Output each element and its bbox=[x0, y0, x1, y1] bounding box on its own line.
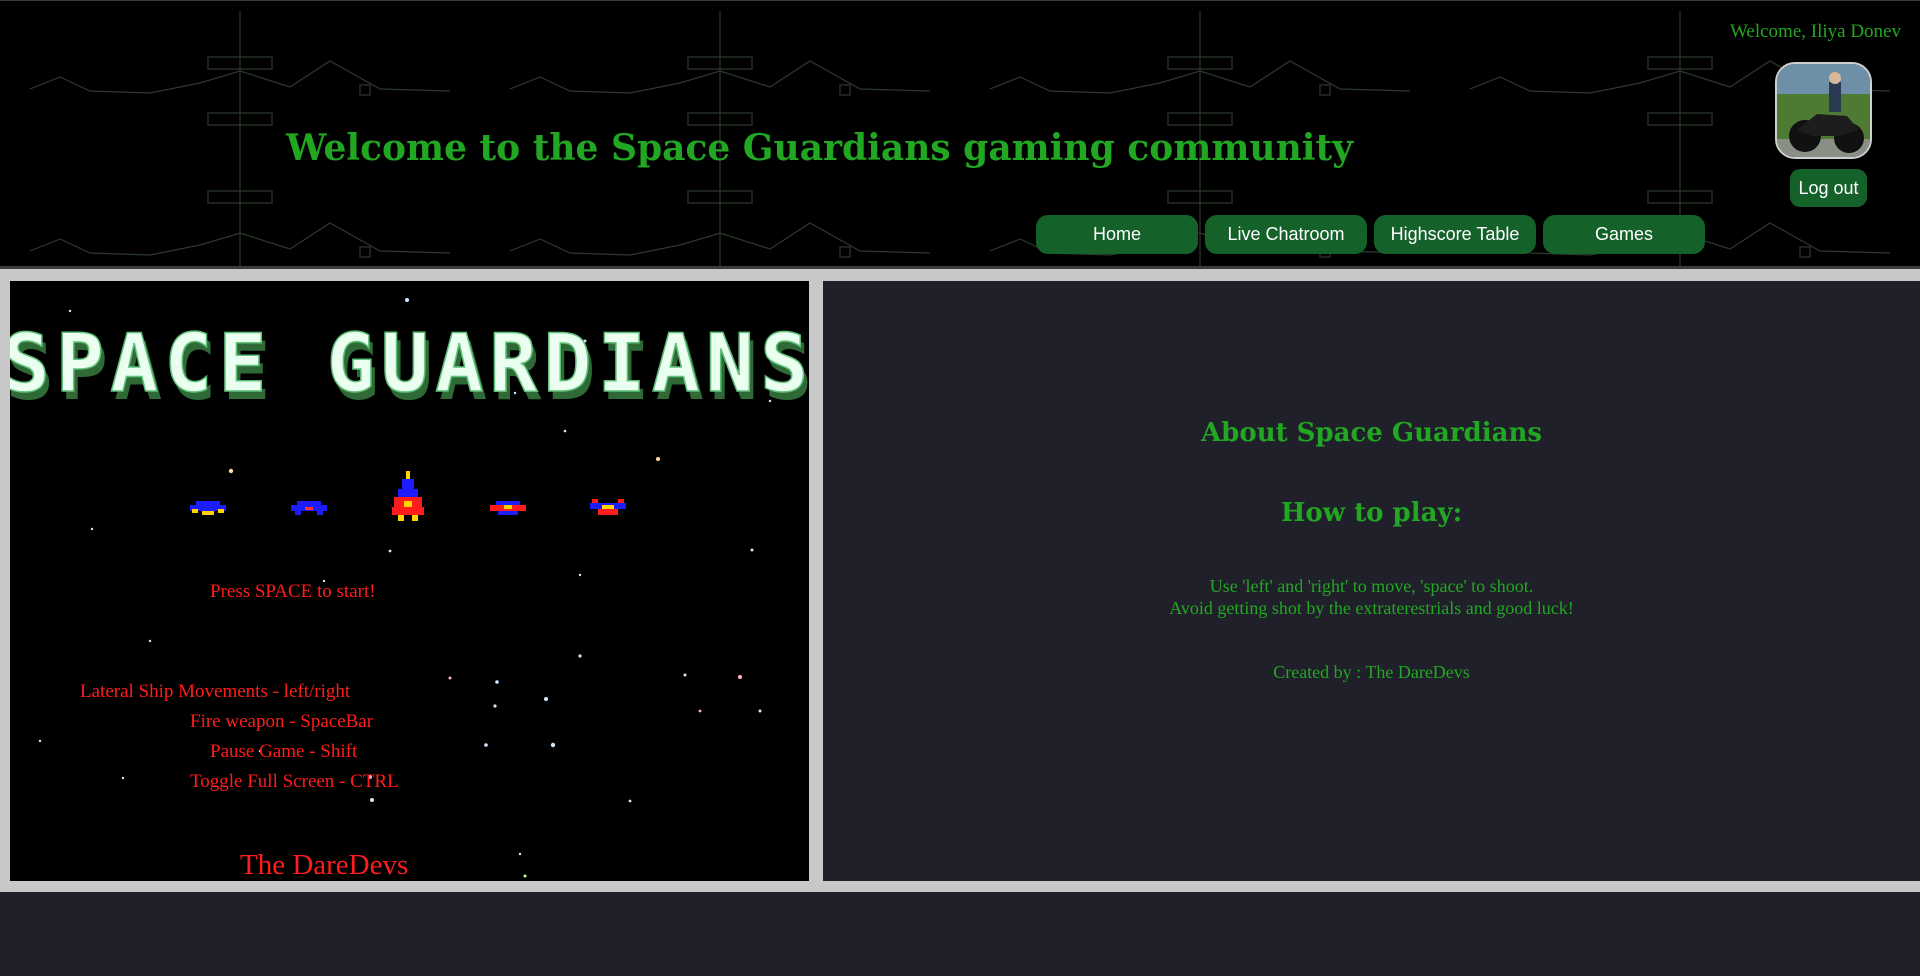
control-movement: Lateral Ship Movements - left/right bbox=[80, 681, 351, 702]
control-fullscreen: Toggle Full Screen - CTRL bbox=[190, 771, 399, 792]
how-to-play-heading: How to play: bbox=[1280, 498, 1463, 528]
nav-live-chatroom[interactable]: Live Chatroom bbox=[1205, 215, 1367, 254]
control-pause: Pause Game - Shift bbox=[210, 741, 358, 762]
game-logo: SPACE GUARDIANS SPACE GUARDIANS bbox=[10, 321, 809, 418]
control-fire: Fire weapon - SpaceBar bbox=[190, 711, 374, 732]
instructions-line-2: Avoid getting shot by the extraterestria… bbox=[1169, 598, 1574, 618]
alien-ship-icon bbox=[590, 499, 626, 515]
instructions-line-1: Use 'left' and 'right' to move, 'space' … bbox=[1209, 576, 1534, 596]
welcome-message: Welcome, Iliya Donev bbox=[1730, 21, 1901, 42]
game-logo-text: SPACE GUARDIANS bbox=[10, 321, 809, 410]
nav-highscore-table[interactable]: Highscore Table bbox=[1374, 215, 1536, 254]
game-canvas[interactable]: SPACE GUARDIANS SPACE GUARDIANS Press SP… bbox=[10, 281, 809, 881]
alien-ship-icon bbox=[190, 501, 226, 515]
main-content: SPACE GUARDIANS SPACE GUARDIANS Press SP… bbox=[0, 269, 1920, 892]
alien-ship-icon bbox=[291, 501, 327, 515]
page-footer bbox=[0, 892, 1920, 976]
about-title: About Space Guardians bbox=[1201, 418, 1542, 448]
game-sprites bbox=[190, 471, 626, 521]
site-header: Welcome to the Space Guardians gaming co… bbox=[0, 0, 1920, 269]
nav-games[interactable]: Games bbox=[1543, 215, 1705, 254]
start-prompt: Press SPACE to start! bbox=[210, 581, 376, 602]
user-photo-icon bbox=[1777, 64, 1870, 157]
nav-home[interactable]: Home bbox=[1036, 215, 1198, 254]
avatar[interactable] bbox=[1775, 62, 1872, 159]
about-credits: Created by : The DareDevs bbox=[1273, 662, 1470, 682]
player-ship-icon bbox=[392, 471, 424, 521]
page-title: Welcome to the Space Guardians gaming co… bbox=[286, 127, 1353, 169]
logout-button[interactable]: Log out bbox=[1790, 169, 1867, 207]
alien-ship-icon bbox=[490, 501, 526, 515]
about-panel: About Space Guardians How to play: Use '… bbox=[823, 281, 1920, 881]
game-credit: The DareDevs bbox=[240, 849, 409, 881]
